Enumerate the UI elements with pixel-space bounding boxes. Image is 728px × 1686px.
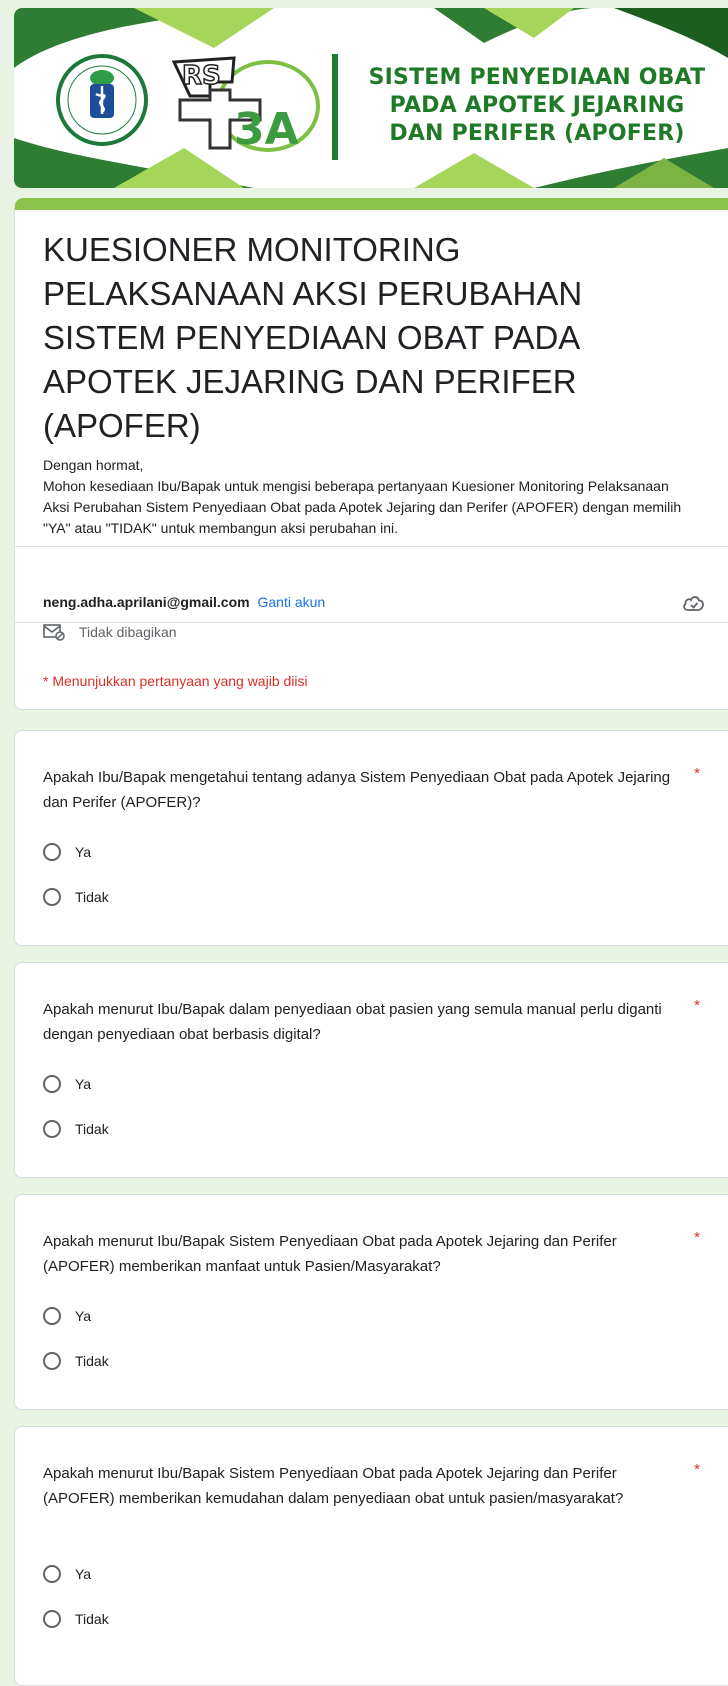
required-asterisk: * [694,765,700,782]
account-email: neng.adha.aprilani@gmail.com [43,594,250,610]
banner-title-line: PADA APOTEK JEJARING [389,93,685,118]
question-text: Apakah menurut Ibu/Bapak Sistem Penyedia… [43,1233,617,1275]
option-ya[interactable]: Ya [43,1307,91,1325]
form-description: Dengan hormat, Mohon kesediaan Ibu/Bapak… [43,455,693,539]
radio-button[interactable] [43,1075,61,1093]
required-asterisk: * [694,1229,700,1246]
svg-text:RS: RS [182,61,221,91]
account-info: neng.adha.aprilani@gmail.com Ganti akun [43,594,325,610]
option-tidak[interactable]: Tidak [43,1610,109,1628]
option-label: Tidak [75,889,109,905]
option-tidak[interactable]: Tidak [43,1120,109,1138]
banner-divider [332,54,338,160]
required-note: * Menunjukkan pertanyaan yang wajib diis… [43,673,308,689]
divider [15,622,728,623]
radio-button[interactable] [43,1120,61,1138]
question-card: Apakah Ibu/Bapak mengetahui tentang adan… [14,730,728,946]
option-label: Tidak [75,1121,109,1137]
option-label: Ya [75,1076,92,1092]
banner-title-line: SISTEM PENYEDIAAN OBAT [368,65,706,90]
question-text: Apakah Ibu/Bapak mengetahui tentang adan… [43,769,671,811]
form-title: KUESIONER MONITORING PELAKSANAAN AKSI PE… [43,231,583,444]
banner-title-line: DAN PERIFER (APOFER) [389,121,685,146]
option-label: Ya [75,844,92,860]
option-ya[interactable]: Ya [43,843,91,861]
not-shared-status: Tidak dibagikan [43,623,177,641]
option-label: Tidak [75,1353,109,1369]
svg-text:3A: 3A [234,104,299,155]
question-card: Apakah menurut Ibu/Bapak Sistem Penyedia… [14,1194,728,1410]
radio-button[interactable] [43,1307,61,1325]
not-shared-label: Tidak dibagikan [79,624,177,640]
cloud-save-icon[interactable] [682,594,706,614]
required-asterisk: * [694,1461,700,1478]
option-tidak[interactable]: Tidak [43,1352,109,1370]
radio-button[interactable] [43,1565,61,1583]
option-label: Tidak [75,1611,109,1627]
question-text: Apakah menurut Ibu/Bapak Sistem Penyedia… [43,1465,624,1507]
instalasi-farmasi-logo [56,54,148,146]
form-description-greeting: Dengan hormat, [43,457,144,473]
option-label: Ya [75,1308,92,1324]
rs-3a-logo: RS 3A [171,56,320,155]
option-ya[interactable]: Ya [43,1565,91,1583]
radio-button[interactable] [43,1610,61,1628]
option-ya[interactable]: Ya [43,1075,91,1093]
required-asterisk: * [694,997,700,1014]
option-tidak[interactable]: Tidak [43,888,109,906]
radio-button[interactable] [43,843,61,861]
header-accent-bar [15,198,728,210]
form-header-card: KUESIONER MONITORING PELAKSANAAN AKSI PE… [14,198,728,710]
banner-title: SISTEM PENYEDIAAN OBAT PADA APOTEK JEJAR… [346,64,728,148]
form-page: RS 3A SISTEM PENYEDIAAN OBAT PADA APOTEK… [0,0,728,1686]
question-card: Apakah menurut Ibu/Bapak dalam penyediaa… [14,962,728,1178]
form-description-body: Mohon kesediaan Ibu/Bapak untuk mengisi … [43,478,682,536]
radio-button[interactable] [43,888,61,906]
switch-account-link[interactable]: Ganti akun [257,594,325,610]
question-card: Apakah menurut Ibu/Bapak Sistem Penyedia… [14,1426,728,1686]
divider [15,546,728,547]
option-label: Ya [75,1566,92,1582]
radio-button[interactable] [43,1352,61,1370]
header-banner: RS 3A SISTEM PENYEDIAAN OBAT PADA APOTEK… [14,8,728,188]
question-text: Apakah menurut Ibu/Bapak dalam penyediaa… [43,1001,662,1043]
email-not-shared-icon [43,624,65,641]
